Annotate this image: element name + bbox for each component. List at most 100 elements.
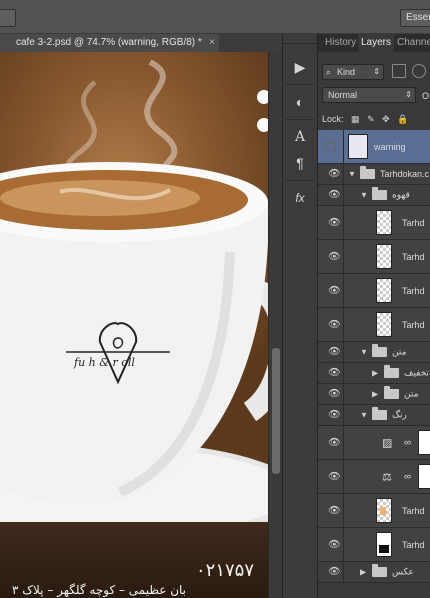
row-divider — [343, 274, 344, 307]
document-tab[interactable]: cafe 3-2.psd @ 74.7% (warning, RGB/8) * … — [0, 34, 219, 52]
chevron-down-icon[interactable]: ▼ — [360, 191, 368, 200]
lock-paint-icon[interactable]: ✎ — [367, 114, 375, 125]
tab-channels[interactable]: Channel — [394, 34, 430, 52]
layer-row[interactable]: 👁 Tarhd — [318, 206, 430, 240]
layer-group-row[interactable]: 👁 ▼ قهوه — [318, 185, 430, 206]
text-icon[interactable]: A — [286, 126, 314, 148]
chevron-down-icon[interactable]: ▼ — [360, 348, 368, 357]
layer-group-row[interactable]: 👁 ▼ Tarhdokan.c — [318, 164, 430, 185]
filter-label: Kind — [337, 67, 356, 77]
eye-icon[interactable]: 👁 — [328, 410, 341, 421]
layer-name: Tarhd — [402, 285, 425, 296]
blend-mode-label: Normal — [328, 90, 358, 100]
layer-group-row[interactable]: 👁 ▶ عکس — [318, 562, 430, 583]
layer-group-row[interactable]: 👁 ▼ رنگ — [318, 405, 430, 426]
layer-thumbnail — [376, 278, 392, 303]
layer-row[interactable]: 👁 ⚖ ∞ — [318, 460, 430, 494]
layer-row[interactable]: 👁 Tarhd — [318, 308, 430, 342]
layer-name: Tarhdokan.c — [380, 169, 430, 179]
options-left-button[interactable] — [0, 9, 16, 27]
eye-icon[interactable]: 👁 — [328, 217, 341, 228]
adjust-icon[interactable]: ◐ — [286, 91, 314, 113]
chevron-right-icon[interactable]: ▶ — [372, 390, 378, 399]
layer-row[interactable]: 👁 Tarhd — [318, 274, 430, 308]
layer-name: warning — [374, 141, 406, 152]
row-divider — [343, 342, 344, 362]
chevron-down-icon[interactable]: ▼ — [360, 411, 368, 420]
folder-icon — [372, 407, 387, 420]
tab-history[interactable]: History — [322, 34, 359, 52]
panel-tabs: History Layers Channel — [318, 34, 430, 52]
document-tab-title: cafe 3-2.psd @ 74.7% (warning, RGB/8) * — [16, 37, 202, 48]
filter-adjustment-icon[interactable] — [412, 64, 426, 78]
eye-icon[interactable]: 👁 — [328, 539, 341, 550]
row-divider — [343, 164, 344, 184]
layer-name: Tarhd — [402, 217, 425, 228]
folder-icon — [360, 166, 375, 179]
document-canvas[interactable]: fu h & r oll ۰۲۱۷۵۷ بان عظیمی – کوچه گلگ… — [0, 52, 268, 598]
lock-all-icon[interactable]: 🔒 — [397, 114, 408, 125]
folder-icon — [372, 344, 387, 357]
layer-name: قهوه — [392, 189, 410, 200]
phone-number-text: ۰۲۱۷۵۷ — [196, 560, 255, 581]
visibility-toggle[interactable] — [326, 141, 336, 152]
play-icon[interactable]: ▶ — [286, 56, 314, 78]
filter-pixel-icon[interactable] — [392, 64, 406, 78]
opacity-label: O — [422, 91, 430, 101]
layer-thumbnail — [376, 498, 392, 523]
layer-mask-thumbnail[interactable] — [418, 430, 430, 455]
layer-row[interactable]: 👁 Tarhd — [318, 528, 430, 562]
layer-group-row[interactable]: 👁 ▶ تخفیف — [318, 363, 430, 384]
eye-icon[interactable]: 👁 — [328, 437, 341, 448]
tab-layers[interactable]: Layers — [358, 34, 395, 52]
document-tab-strip: cafe 3-2.psd @ 74.7% (warning, RGB/8) * … — [0, 34, 282, 52]
row-divider — [343, 363, 344, 383]
panel-grip[interactable] — [283, 34, 317, 44]
folder-icon — [384, 365, 399, 378]
link-icon[interactable]: ∞ — [404, 471, 411, 482]
lock-transparency-icon[interactable]: ▦ — [351, 114, 360, 125]
eye-icon[interactable]: 👁 — [328, 389, 341, 400]
workspace-switcher[interactable]: Esser — [400, 9, 430, 27]
close-icon[interactable]: × — [209, 34, 215, 52]
eye-icon[interactable]: 👁 — [328, 505, 341, 516]
fx-icon[interactable]: fx — [286, 187, 314, 209]
paragraph-icon[interactable]: ¶ — [286, 152, 314, 174]
layer-thumbnail — [376, 210, 392, 235]
canvas-vertical-scrollbar[interactable] — [268, 52, 282, 598]
layer-name: Tarhd — [402, 505, 425, 516]
layer-filter-select[interactable]: ⌕ Kind ⇕ — [322, 64, 384, 80]
layer-name: Tarhd — [402, 539, 425, 550]
eye-icon[interactable]: 👁 — [328, 347, 341, 358]
chevron-right-icon[interactable]: ▶ — [372, 369, 378, 378]
eye-icon[interactable]: 👁 — [328, 471, 341, 482]
eye-icon[interactable]: 👁 — [328, 169, 341, 180]
eye-icon[interactable]: 👁 — [328, 190, 341, 201]
blend-mode-select[interactable]: Normal ⇕ — [322, 87, 416, 103]
eye-icon[interactable]: 👁 — [328, 251, 341, 262]
row-divider — [343, 130, 344, 163]
layer-mask-thumbnail[interactable] — [418, 464, 430, 489]
row-divider — [343, 426, 344, 459]
folder-icon — [372, 187, 387, 200]
scrollbar-thumb[interactable] — [272, 348, 280, 474]
chevron-right-icon[interactable]: ▶ — [360, 568, 366, 577]
eye-icon[interactable]: 👁 — [328, 567, 341, 578]
layer-thumbnail — [348, 134, 368, 159]
chevron-down-icon[interactable]: ▼ — [348, 170, 356, 179]
eye-icon[interactable]: 👁 — [328, 285, 341, 296]
layer-row[interactable]: warning — [318, 130, 430, 164]
layer-row[interactable]: 👁 Tarhd — [318, 240, 430, 274]
eye-icon[interactable]: 👁 — [328, 319, 341, 330]
lock-row: Lock: ▦ ✎ ✥ 🔒 — [322, 114, 408, 125]
lock-move-icon[interactable]: ✥ — [382, 114, 390, 125]
layer-row[interactable]: 👁 ▨ ∞ — [318, 426, 430, 460]
layer-group-row[interactable]: 👁 ▶ متن — [318, 384, 430, 405]
layer-group-row[interactable]: 👁 ▼ متن — [318, 342, 430, 363]
link-icon[interactable]: ∞ — [404, 437, 411, 448]
eye-icon[interactable]: 👁 — [328, 368, 341, 379]
chevron-down-icon: ⇕ — [405, 90, 412, 99]
row-divider — [343, 528, 344, 561]
layer-row[interactable]: 👁 Tarhd — [318, 494, 430, 528]
layer-name: رنگ — [392, 409, 407, 420]
